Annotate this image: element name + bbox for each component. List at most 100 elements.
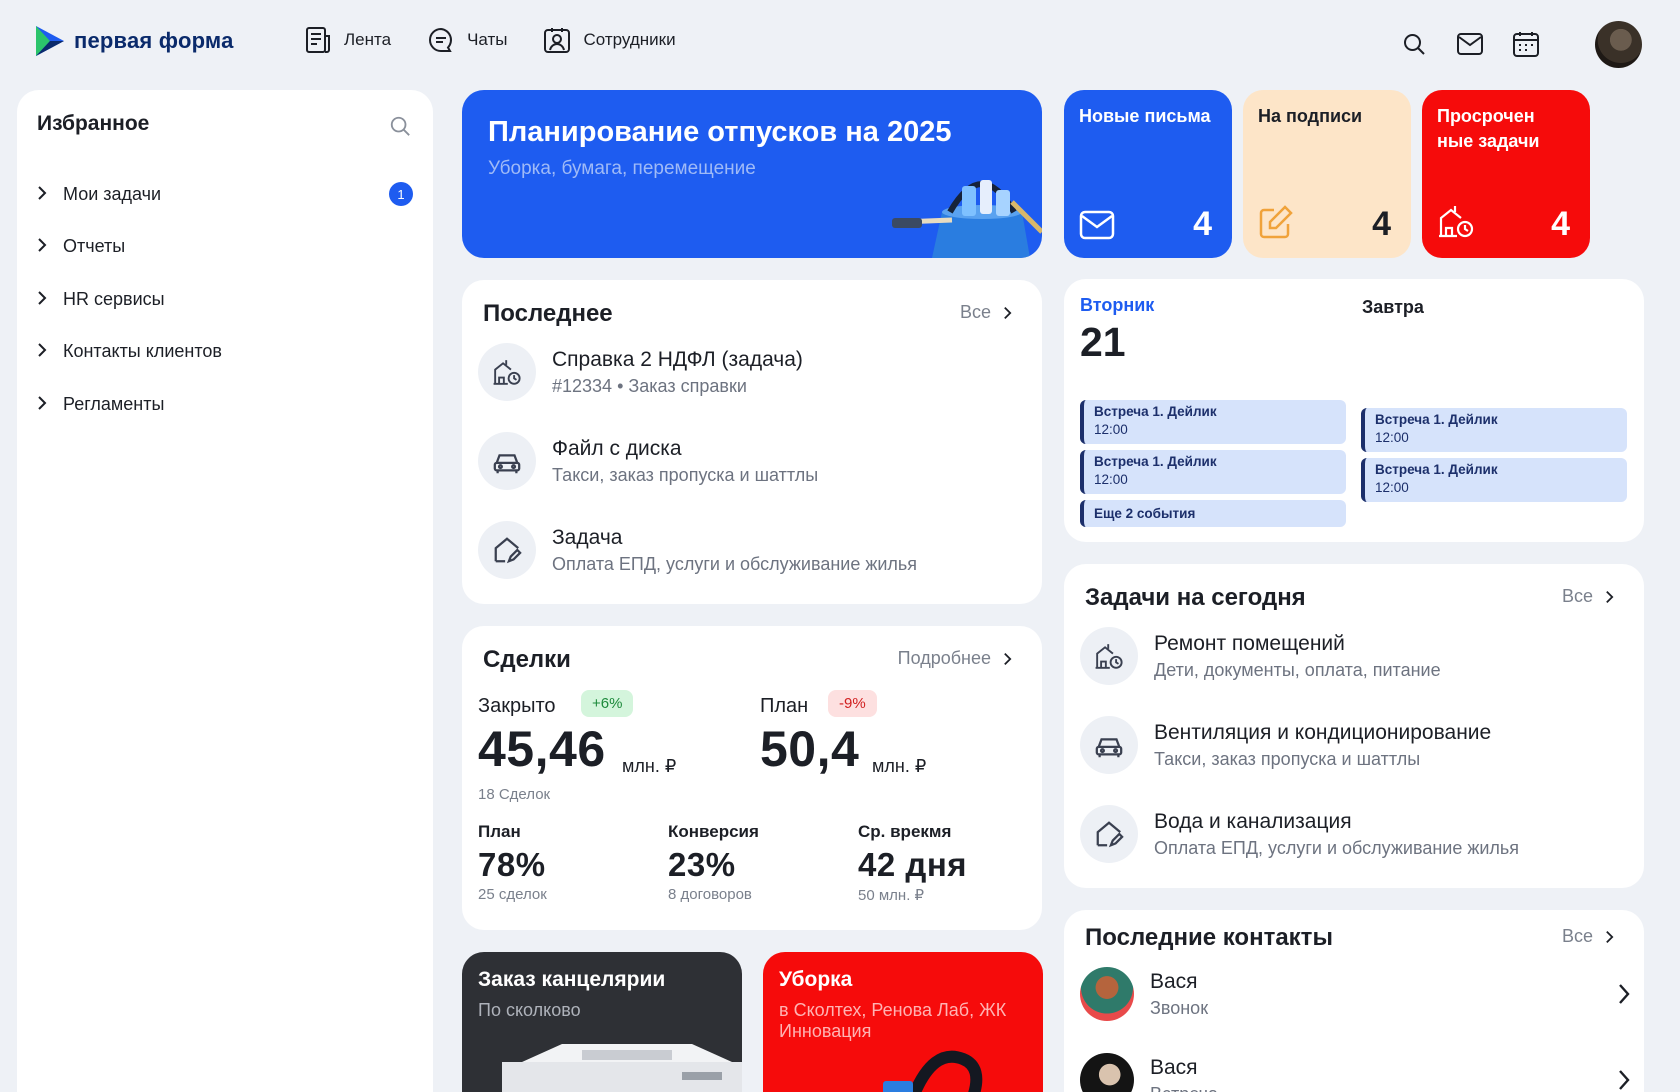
calendar-event[interactable]: Встреча 1. Дейлик 12:00 (1080, 450, 1346, 494)
car-icon (478, 432, 536, 490)
logo-text: первая форма (74, 28, 234, 53)
contact-item[interactable]: Вася Звонок (1080, 967, 1630, 1021)
item-subtitle: Дети, документы, оплата, питание (1154, 659, 1441, 680)
today-date: 21 (1080, 319, 1126, 365)
plan-label: План (760, 695, 809, 717)
tile-count: 4 (1372, 205, 1391, 243)
sidebar-item-reports[interactable]: Отчеты (37, 221, 413, 274)
recent-all-link[interactable]: Все (960, 302, 1012, 323)
list-item[interactable]: Ремонт помещений Дети, документы, оплата… (1080, 627, 1441, 685)
event-title: Встреча 1. Дейлик (1375, 462, 1498, 477)
item-title: Ремонт помещений (1154, 631, 1345, 655)
chevron-right-icon (1004, 652, 1012, 665)
stat-label: Ср. врекмя (858, 822, 952, 841)
chevron-right-icon (1606, 930, 1614, 943)
top-calendar-button[interactable] (1512, 30, 1540, 58)
nav-employees[interactable]: Сотрудники (543, 26, 676, 54)
tile-overdue-tasks[interactable]: Просрочен ные задачи 4 (1422, 90, 1590, 258)
plan-value: 50,4 (760, 721, 860, 777)
tasks-all-link[interactable]: Все (1562, 586, 1614, 607)
cleaning-card[interactable]: Уборка в Сколтех, Ренова Лаб, ЖК Инновац… (763, 952, 1043, 1092)
tile-for-signature[interactable]: На подписи 4 (1243, 90, 1411, 258)
top-mail-button[interactable] (1456, 30, 1484, 58)
contact-subtitle: Звонок (1150, 997, 1209, 1018)
chevron-right-icon (1619, 984, 1630, 1004)
chevron-right-icon (1619, 1070, 1630, 1090)
sidebar-item-hr-services[interactable]: HR сервисы (37, 273, 413, 326)
item-subtitle: Такси, заказ пропуска и шаттлы (552, 464, 819, 485)
chevron-right-icon (1606, 590, 1614, 603)
all-link-label: Все (959, 302, 991, 322)
list-item[interactable]: Вентиляция и кондиционирование Такси, за… (1080, 716, 1491, 774)
list-item[interactable]: Справка 2 НДФЛ (задача) #12334 • Заказ с… (478, 343, 803, 401)
user-avatar[interactable] (1595, 21, 1642, 68)
logo[interactable]: первая форма (36, 26, 234, 56)
avatar (1080, 1053, 1134, 1092)
nav-chats[interactable]: Чаты (427, 26, 507, 54)
edit-icon (1259, 205, 1293, 239)
feed-icon (306, 27, 330, 53)
top-search-button[interactable] (1400, 30, 1428, 58)
sidebar-item-regulations[interactable]: Регламенты (37, 378, 413, 431)
top-actions (1400, 30, 1540, 58)
item-title: Вентиляция и кондиционирование (1154, 720, 1492, 744)
tile-new-mail[interactable]: Новые письма 4 (1064, 90, 1232, 258)
calendar-event[interactable]: Встреча 1. Дейлик 12:00 (1361, 408, 1627, 452)
house-edit-icon (1080, 805, 1138, 863)
today-tasks-card: Задачи на сегодня Все Ремонт помещений Д… (1064, 564, 1644, 888)
calendar-event[interactable]: Встреча 1. Дейлик 12:00 (1080, 400, 1346, 444)
chat-icon (429, 27, 453, 52)
event-title: Встреча 1. Дейлик (1094, 404, 1217, 419)
sidebar-list: Мои задачи 1 Отчеты HR сервисы Контакты … (37, 168, 413, 431)
sidebar-item-client-contacts[interactable]: Контакты клиентов (37, 326, 413, 379)
stat-sub: 8 договоров (668, 886, 752, 903)
avatar (1080, 967, 1134, 1021)
stat-label: Конверсия (668, 822, 759, 841)
list-item[interactable]: Задача Оплата ЕПД, услуги и обслуживание… (478, 521, 917, 579)
closed-unit: млн. ₽ (622, 756, 677, 776)
car-icon (1080, 716, 1138, 774)
closed-count: 18 Сделок (478, 786, 551, 803)
chevron-right-icon (37, 341, 63, 362)
stat-sub: 25 сделок (478, 886, 547, 903)
calendar-icon (1513, 32, 1539, 57)
contact-item[interactable]: Вася Встреча (1080, 1053, 1630, 1092)
contact-subtitle: Встреча (1150, 1084, 1218, 1092)
nav-feed[interactable]: Лента (304, 26, 391, 54)
sidebar-item-label: HR сервисы (63, 288, 165, 309)
event-title: Встреча 1. Дейлик (1375, 412, 1498, 427)
all-link-label: Все (1561, 926, 1593, 946)
sidebar-title: Избранное (37, 112, 150, 135)
deals-more-link[interactable]: Подробнее (898, 648, 1012, 669)
sidebar-item-my-tasks[interactable]: Мои задачи 1 (37, 168, 413, 221)
contacts-all-link[interactable]: Все (1562, 926, 1614, 947)
vacation-planning-banner[interactable]: Планирование отпусков на 2025 Уборка, бу… (462, 90, 1042, 258)
promo-title: Уборка (779, 968, 853, 991)
bucket-illustration (883, 1050, 983, 1092)
calendar-event[interactable]: Встреча 1. Дейлик 12:00 (1361, 458, 1627, 502)
search-icon (390, 116, 410, 136)
banner-subtitle: Уборка, бумага, перемещение (488, 158, 756, 179)
more-events-button[interactable]: Еще 2 события (1080, 500, 1346, 527)
list-item[interactable]: Вода и канализация Оплата ЕПД, услуги и … (1080, 805, 1519, 863)
sidebar-item-label: Контакты клиентов (63, 341, 222, 362)
sidebar-item-label: Мои задачи (63, 183, 162, 204)
promo-subtitle: в Сколтех, Ренова Лаб, ЖК Инновация (779, 1000, 1007, 1041)
item-title: Файл с диска (552, 436, 682, 460)
office-supplies-card[interactable]: Заказ канцелярии По сколково (462, 952, 742, 1092)
item-title: Задача (552, 525, 623, 549)
deals-title: Сделки (483, 646, 571, 673)
house-edit-icon (478, 521, 536, 579)
sidebar-item-label: Отчеты (63, 236, 126, 257)
chevron-right-icon (1004, 306, 1012, 319)
favorites-sidebar: Избранное Мои задачи 1 Отчеты HR сервисы… (17, 90, 433, 1092)
tile-title: Новые письма (1079, 106, 1211, 126)
banner-title: Планирование отпусков на 2025 (488, 116, 952, 148)
recent-title: Последнее (483, 300, 613, 327)
printer-illustration (502, 1044, 742, 1092)
list-item[interactable]: Файл с диска Такси, заказ пропуска и шат… (478, 432, 818, 490)
stat-sub: 50 млн. ₽ (858, 887, 925, 904)
chevron-right-icon (37, 236, 63, 257)
sidebar-search-button[interactable] (389, 115, 411, 142)
item-subtitle: Оплата ЕПД, услуги и обслуживание жилья (552, 553, 918, 574)
